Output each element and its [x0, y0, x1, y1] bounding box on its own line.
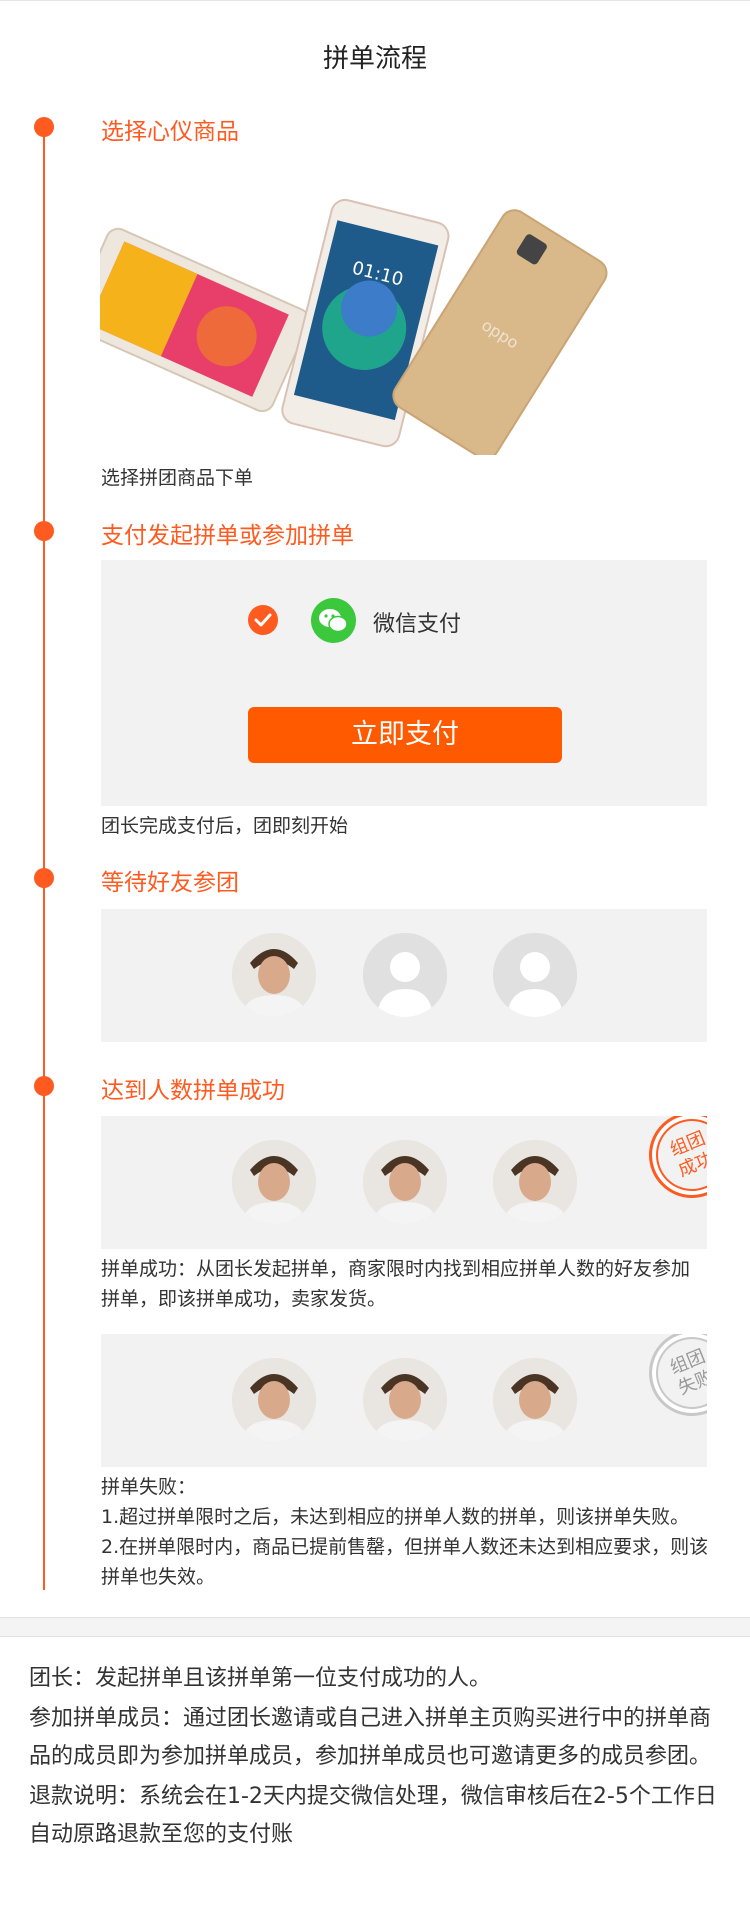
- term-member: 参加拼单成员：通过团长邀请或自己进入拼单主页购买进行中的拼单商品的成员即为参加拼…: [29, 1706, 712, 1769]
- fail-caption-title: 拼单失败：: [101, 1476, 197, 1498]
- payment-panel: 微信支付 立即支付: [101, 560, 707, 806]
- success-stamp: 组团 成功: [636, 1116, 707, 1211]
- step-title-wait: 等待好友参团: [101, 870, 239, 896]
- check-icon[interactable]: [248, 605, 278, 635]
- wait-panel: [101, 909, 707, 1042]
- timeline-dot: [34, 117, 54, 137]
- timeline-line: [43, 128, 45, 1590]
- step-caption-fail: 拼单失败： 1.超过拼单限时之后，未达到相应的拼单人数的拼单，则该拼单失败。 2…: [101, 1472, 721, 1592]
- section-divider: [0, 1617, 750, 1637]
- page-title: 拼单流程: [322, 44, 427, 74]
- avatar-placeholder-icon: [363, 933, 447, 1017]
- product-phones-image: 01:10 oppo: [100, 198, 608, 455]
- fail-caption-line: 1.超过拼单限时之后，未达到相应的拼单人数的拼单，则该拼单失败。: [101, 1506, 690, 1528]
- term-leader: 团长：发起拼单且该拼单第一位支付成功的人。: [29, 1666, 492, 1691]
- timeline-dot: [34, 521, 54, 541]
- step-title-success: 达到人数拼单成功: [101, 1078, 285, 1104]
- fail-panel: 组团 失败: [101, 1334, 707, 1467]
- timeline-dot: [34, 1076, 54, 1096]
- step-caption-select: 选择拼团商品下单: [101, 467, 254, 489]
- step-caption-pay: 团长完成支付后，团即刻开始: [101, 815, 349, 837]
- terms-section: 团长：发起拼单且该拼单第一位支付成功的人。 参加拼单成员：通过团长邀请或自己进入…: [29, 1660, 729, 1856]
- wechat-icon: [311, 598, 356, 643]
- top-border: [0, 0, 750, 1]
- avatar-user-icon: [232, 1358, 316, 1442]
- timeline-dot: [34, 868, 54, 888]
- step-title-pay: 支付发起拼单或参加拼单: [101, 523, 354, 549]
- avatar-user-icon: [493, 1140, 577, 1224]
- term-refund: 退款说明：系统会在1-2天内提交微信处理，微信审核后在2-5个工作日自动原路退款…: [29, 1784, 717, 1847]
- pay-now-button[interactable]: 立即支付: [248, 707, 562, 763]
- payment-method-label: 微信支付: [373, 612, 462, 637]
- step-caption-success: 拼单成功：从团长发起拼单，商家限时内找到相应拼单人数的好友参加拼单，即该拼单成功…: [101, 1258, 691, 1310]
- success-panel: 组团 成功: [101, 1116, 707, 1249]
- avatar-user-icon: [363, 1140, 447, 1224]
- avatar-user-icon: [493, 1358, 577, 1442]
- avatar-user-icon: [232, 933, 316, 1017]
- avatar-placeholder-icon: [493, 933, 577, 1017]
- fail-stamp: 组团 失败: [636, 1334, 707, 1429]
- avatar-user-icon: [232, 1140, 316, 1224]
- fail-caption-line: 2.在拼单限时内，商品已提前售罄，但拼单人数还未达到相应要求，则该拼单也失效。: [101, 1536, 709, 1588]
- avatar-user-icon: [363, 1358, 447, 1442]
- step-title-select: 选择心仪商品: [101, 119, 239, 145]
